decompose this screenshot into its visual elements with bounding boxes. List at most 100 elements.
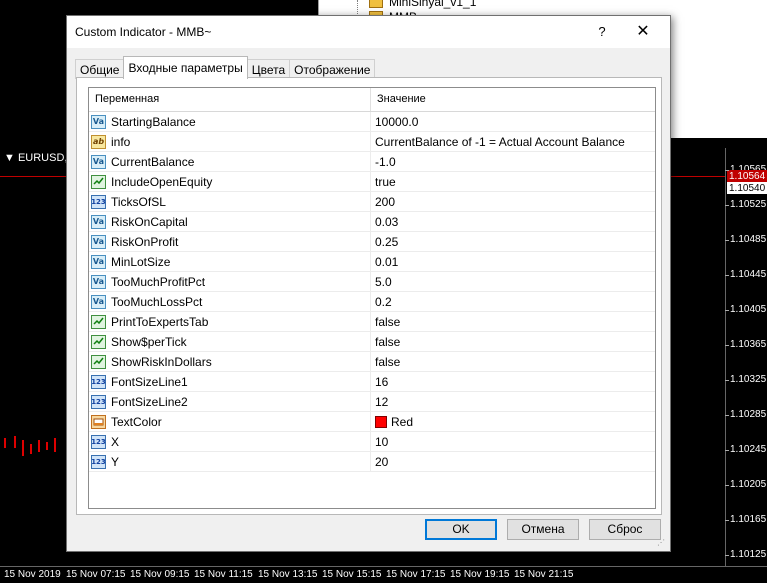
price-axis-border: [725, 148, 726, 566]
parameter-row[interactable]: Va TooMuchProfitPct 5.0: [89, 272, 655, 292]
time-axis: 15 Nov 2019 15 Nov 07:15 15 Nov 09:15 15 No…: [0, 566, 767, 583]
parameter-name-cell[interactable]: Va TooMuchLossPct: [89, 292, 371, 311]
parameter-value-cell[interactable]: 10: [371, 432, 655, 451]
double-type-icon: Va: [91, 254, 106, 269]
parameter-name-cell[interactable]: 123 FontSizeLine1: [89, 372, 371, 391]
parameter-row[interactable]: Show$perTick false: [89, 332, 655, 352]
parameter-value-cell[interactable]: -1.0: [371, 152, 655, 171]
parameter-name-cell[interactable]: Show$perTick: [89, 332, 371, 351]
candle: [4, 438, 6, 448]
close-button[interactable]: ✕: [625, 20, 661, 44]
parameter-name-cell[interactable]: TextColor: [89, 412, 371, 431]
tab-visualization[interactable]: Отображение: [289, 59, 376, 79]
parameter-value-cell[interactable]: 0.25: [371, 232, 655, 251]
parameter-value-cell[interactable]: 200: [371, 192, 655, 211]
parameter-name: RiskOnProfit: [111, 234, 179, 249]
parameter-name-cell[interactable]: PrintToExpertsTab: [89, 312, 371, 331]
parameter-value-cell[interactable]: false: [371, 352, 655, 371]
parameter-row[interactable]: Va TooMuchLossPct 0.2: [89, 292, 655, 312]
parameter-name-cell[interactable]: 123 TicksOfSL: [89, 192, 371, 211]
candle: [30, 444, 32, 454]
parameter-name-cell[interactable]: Va MinLotSize: [89, 252, 371, 271]
parameter-row[interactable]: PrintToExpertsTab false: [89, 312, 655, 332]
parameter-value-cell[interactable]: Red: [371, 412, 655, 431]
parameter-name-cell[interactable]: Va TooMuchProfitPct: [89, 272, 371, 291]
tab-general[interactable]: Общие: [75, 59, 125, 79]
parameter-row[interactable]: 123 FontSizeLine2 12: [89, 392, 655, 412]
parameter-value-cell[interactable]: false: [371, 312, 655, 331]
parameter-row[interactable]: 123 TicksOfSL 200: [89, 192, 655, 212]
price-tick: [725, 205, 729, 206]
parameter-name: info: [111, 134, 131, 149]
parameter-row[interactable]: 123 FontSizeLine1 16: [89, 372, 655, 392]
parameter-name-cell[interactable]: ab info: [89, 132, 371, 151]
price-label: 1.10245: [730, 444, 767, 455]
parameter-row[interactable]: TextColor Red: [89, 412, 655, 432]
parameter-value: 16: [375, 374, 389, 389]
parameter-row[interactable]: Va CurrentBalance -1.0: [89, 152, 655, 172]
parameter-name: IncludeOpenEquity: [111, 174, 213, 189]
parameter-name: RiskOnCapital: [111, 214, 188, 229]
parameter-name-cell[interactable]: IncludeOpenEquity: [89, 172, 371, 191]
bid-price-label: 1.10564: [727, 170, 767, 182]
column-header-value[interactable]: Значение: [371, 88, 655, 111]
double-type-icon: Va: [91, 114, 106, 129]
parameter-row[interactable]: 123 X 10: [89, 432, 655, 452]
tab-inputs[interactable]: Входные параметры: [123, 56, 248, 79]
parameter-rows: Va StartingBalance 10000.0 ab info CurrentBal…: [89, 112, 655, 472]
parameter-value-cell[interactable]: false: [371, 332, 655, 351]
parameter-name-cell[interactable]: 123 FontSizeLine2: [89, 392, 371, 411]
parameter-name: Y: [111, 454, 120, 469]
cancel-button[interactable]: Отмена: [507, 519, 579, 540]
parameter-value: 10: [375, 434, 389, 449]
parameter-row[interactable]: IncludeOpenEquity true: [89, 172, 655, 192]
parameter-name-cell[interactable]: 123 X: [89, 432, 371, 451]
price-label: 1.10125: [730, 549, 767, 560]
help-button[interactable]: ?: [587, 20, 617, 44]
reset-button[interactable]: Сброс: [589, 519, 661, 540]
parameter-value-cell[interactable]: 0.01: [371, 252, 655, 271]
parameter-name-cell[interactable]: 123 Y: [89, 452, 371, 471]
parameter-name-cell[interactable]: Va RiskOnCapital: [89, 212, 371, 231]
parameter-value-cell[interactable]: true: [371, 172, 655, 191]
parameter-row[interactable]: Va MinLotSize 0.01: [89, 252, 655, 272]
parameter-name: X: [111, 434, 120, 449]
time-label: 15 Nov 19:15: [450, 569, 510, 580]
int-type-icon: 123: [91, 454, 106, 469]
parameter-value: -1.0: [375, 154, 396, 169]
parameter-name: FontSizeLine1: [111, 374, 188, 389]
parameter-value-cell[interactable]: 16: [371, 372, 655, 391]
ask-price-label: 1.10540: [727, 182, 767, 194]
parameter-value-cell[interactable]: 10000.0: [371, 112, 655, 131]
parameter-value-cell[interactable]: 12: [371, 392, 655, 411]
parameter-row[interactable]: ab info CurrentBalance of -1 = Actual Acco…: [89, 132, 655, 152]
tab-colors[interactable]: Цвета: [246, 59, 291, 79]
parameter-name-cell[interactable]: Va StartingBalance: [89, 112, 371, 131]
parameter-value-cell[interactable]: 0.2: [371, 292, 655, 311]
parameter-row[interactable]: Va RiskOnCapital 0.03: [89, 212, 655, 232]
parameter-row[interactable]: Va StartingBalance 10000.0: [89, 112, 655, 132]
ok-button[interactable]: OK: [425, 519, 497, 540]
parameter-name-cell[interactable]: Va CurrentBalance: [89, 152, 371, 171]
column-header-variable[interactable]: Переменная: [89, 88, 371, 111]
parameter-name-cell[interactable]: ShowRiskInDollars: [89, 352, 371, 371]
time-label: 15 Nov 21:15: [514, 569, 574, 580]
parameter-name: TooMuchLossPct: [111, 294, 203, 309]
double-type-icon: Va: [91, 294, 106, 309]
parameter-value-cell[interactable]: 5.0: [371, 272, 655, 291]
resize-grip-icon[interactable]: ⋰: [657, 538, 667, 548]
parameter-row[interactable]: ShowRiskInDollars false: [89, 352, 655, 372]
parameter-row[interactable]: Va RiskOnProfit 0.25: [89, 232, 655, 252]
parameter-value-cell[interactable]: 20: [371, 452, 655, 471]
parameter-value-cell[interactable]: CurrentBalance of -1 = Actual Account Ba…: [371, 132, 655, 151]
parameter-name-cell[interactable]: Va RiskOnProfit: [89, 232, 371, 251]
double-type-icon: Va: [91, 214, 106, 229]
price-tick: [725, 450, 729, 451]
dialog-titlebar[interactable]: Custom Indicator - MMB~ ? ✕: [67, 16, 670, 48]
parameter-row[interactable]: 123 Y 20: [89, 452, 655, 472]
parameter-value-cell[interactable]: 0.03: [371, 212, 655, 231]
dialog-title: Custom Indicator - MMB~: [75, 25, 212, 39]
price-tick: [725, 485, 729, 486]
parameter-name: StartingBalance: [111, 114, 196, 129]
parameter-value: 0.01: [375, 254, 399, 269]
